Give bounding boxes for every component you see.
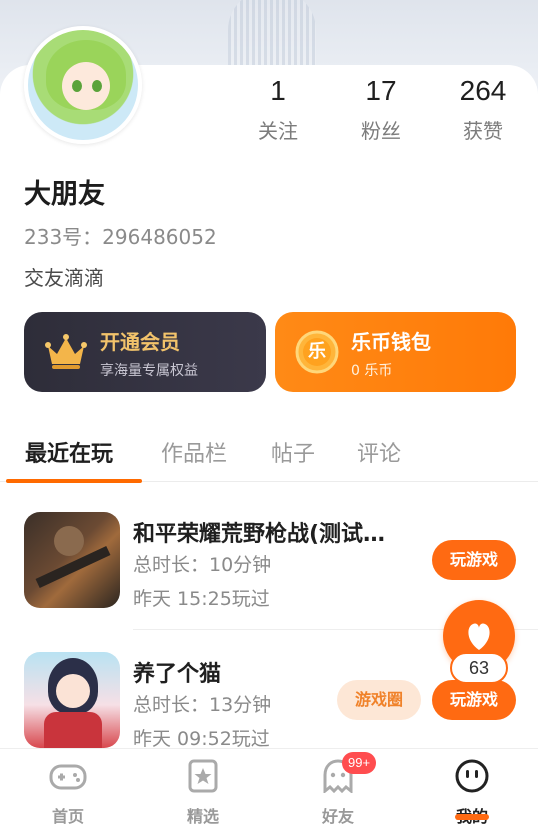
vip-button[interactable]: 开通会员 享海量专属权益: [24, 312, 266, 392]
content-tabs: 最近在玩 作品栏 帖子 评论: [0, 434, 538, 482]
vip-subtitle: 享海量专属权益: [100, 363, 198, 379]
nav-featured[interactable]: 精选: [163, 759, 243, 827]
game-thumbnail: [24, 652, 120, 748]
avatar-eye-right: [92, 80, 102, 92]
tab-works[interactable]: 作品栏: [161, 436, 227, 468]
crown-icon: [45, 334, 87, 369]
profile-uid: 233号：296486052: [24, 225, 217, 249]
tab-comments[interactable]: 评论: [357, 436, 401, 468]
game-circle-button[interactable]: 游戏圈: [337, 680, 421, 720]
play-game-button[interactable]: 玩游戏: [432, 540, 516, 580]
play-game-button[interactable]: 玩游戏: [432, 680, 516, 720]
nav-home[interactable]: 首页: [28, 759, 108, 827]
coin-glyph: 乐: [308, 341, 326, 362]
wallet-button[interactable]: 乐 乐币钱包 0 乐币: [275, 312, 516, 392]
like-count: 63: [450, 652, 508, 684]
gamepad-icon: [49, 764, 87, 790]
stat-following-value: 1: [270, 75, 286, 106]
stat-likes-value: 264: [459, 75, 507, 106]
game-last-played: 昨天 15:25玩过: [133, 588, 270, 610]
stat-likes-label: 获赞: [463, 119, 503, 143]
stat-following-label: 关注: [258, 119, 298, 143]
nav-active-indicator: [455, 814, 489, 820]
avatar-eye-left: [72, 80, 82, 92]
nav-home-label: 首页: [51, 807, 84, 826]
game-thumbnail: [24, 512, 120, 608]
game-duration: 总时长：13分钟: [133, 694, 272, 716]
nav-friends-label: 好友: [321, 807, 354, 826]
game-title: 和平荣耀荒野枪战(测试…: [133, 522, 386, 547]
tab-posts[interactable]: 帖子: [271, 436, 315, 468]
vip-title: 开通会员: [100, 330, 180, 354]
nav-featured-label: 精选: [186, 807, 219, 826]
smiley-icon: [455, 759, 489, 793]
tab-active-indicator: [6, 479, 142, 483]
game-duration: 总时长：10分钟: [133, 554, 272, 576]
wallet-title: 乐币钱包: [351, 330, 431, 354]
friends-badge: 99+: [342, 752, 377, 774]
stat-likes[interactable]: 264 获赞: [443, 75, 523, 144]
stat-followers-label: 粉丝: [361, 119, 401, 143]
star-card-icon: [188, 759, 218, 793]
game-last-played: 昨天 09:52玩过: [133, 728, 270, 750]
stat-following[interactable]: 1 关注: [238, 75, 318, 144]
profile-signature: 交友滴滴: [24, 266, 104, 290]
stat-followers[interactable]: 17 粉丝: [341, 75, 421, 144]
tab-recent[interactable]: 最近在玩: [25, 436, 113, 468]
avatar-face: [62, 62, 110, 110]
stat-followers-value: 17: [365, 75, 397, 106]
avatar[interactable]: [24, 26, 142, 144]
profile-name: 大朋友: [24, 179, 105, 210]
wallet-subtitle: 0 乐币: [351, 363, 393, 379]
